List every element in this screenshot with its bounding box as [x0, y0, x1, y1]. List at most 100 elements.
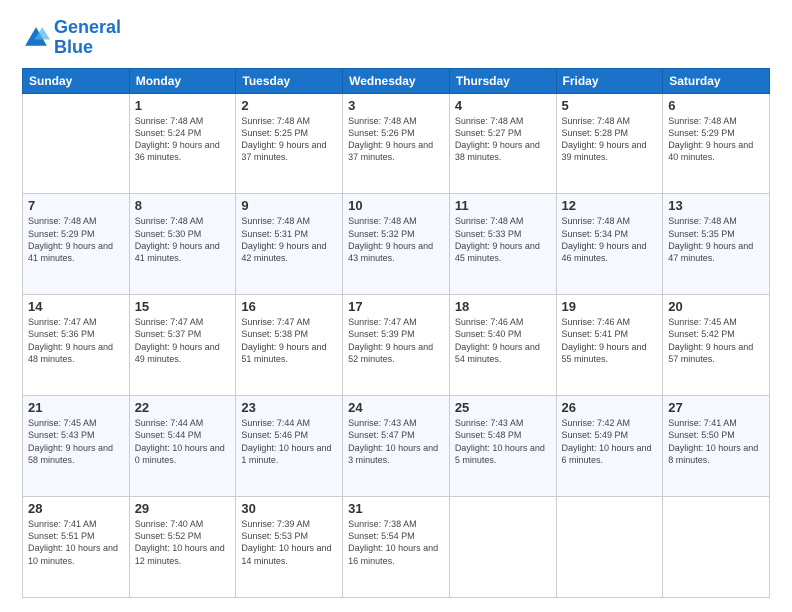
day-cell: 26 Sunrise: 7:42 AMSunset: 5:49 PMDayligh… — [556, 396, 663, 497]
day-cell: 6 Sunrise: 7:48 AMSunset: 5:29 PMDaylight… — [663, 93, 770, 194]
day-number: 26 — [562, 400, 658, 415]
day-header-tuesday: Tuesday — [236, 68, 343, 93]
day-number: 27 — [668, 400, 764, 415]
day-info: Sunrise: 7:44 AMSunset: 5:46 PMDaylight:… — [241, 417, 337, 466]
day-info: Sunrise: 7:47 AMSunset: 5:38 PMDaylight:… — [241, 316, 337, 365]
day-number: 15 — [135, 299, 231, 314]
day-number: 28 — [28, 501, 124, 516]
day-info: Sunrise: 7:48 AMSunset: 5:25 PMDaylight:… — [241, 115, 337, 164]
day-cell: 27 Sunrise: 7:41 AMSunset: 5:50 PMDayligh… — [663, 396, 770, 497]
day-cell: 21 Sunrise: 7:45 AMSunset: 5:43 PMDayligh… — [23, 396, 130, 497]
day-info: Sunrise: 7:40 AMSunset: 5:52 PMDaylight:… — [135, 518, 231, 567]
day-cell: 29 Sunrise: 7:40 AMSunset: 5:52 PMDayligh… — [129, 497, 236, 598]
day-info: Sunrise: 7:46 AMSunset: 5:41 PMDaylight:… — [562, 316, 658, 365]
week-row-5: 28 Sunrise: 7:41 AMSunset: 5:51 PMDayligh… — [23, 497, 770, 598]
day-info: Sunrise: 7:43 AMSunset: 5:48 PMDaylight:… — [455, 417, 551, 466]
calendar-table: SundayMondayTuesdayWednesdayThursdayFrid… — [22, 68, 770, 598]
day-info: Sunrise: 7:46 AMSunset: 5:40 PMDaylight:… — [455, 316, 551, 365]
day-number: 7 — [28, 198, 124, 213]
day-info: Sunrise: 7:48 AMSunset: 5:32 PMDaylight:… — [348, 215, 444, 264]
day-number: 17 — [348, 299, 444, 314]
day-cell: 8 Sunrise: 7:48 AMSunset: 5:30 PMDaylight… — [129, 194, 236, 295]
day-info: Sunrise: 7:48 AMSunset: 5:27 PMDaylight:… — [455, 115, 551, 164]
day-number: 31 — [348, 501, 444, 516]
day-info: Sunrise: 7:39 AMSunset: 5:53 PMDaylight:… — [241, 518, 337, 567]
day-cell: 24 Sunrise: 7:43 AMSunset: 5:47 PMDayligh… — [343, 396, 450, 497]
day-header-wednesday: Wednesday — [343, 68, 450, 93]
day-info: Sunrise: 7:38 AMSunset: 5:54 PMDaylight:… — [348, 518, 444, 567]
day-cell: 16 Sunrise: 7:47 AMSunset: 5:38 PMDayligh… — [236, 295, 343, 396]
day-info: Sunrise: 7:42 AMSunset: 5:49 PMDaylight:… — [562, 417, 658, 466]
day-number: 18 — [455, 299, 551, 314]
day-number: 9 — [241, 198, 337, 213]
day-info: Sunrise: 7:43 AMSunset: 5:47 PMDaylight:… — [348, 417, 444, 466]
day-cell: 18 Sunrise: 7:46 AMSunset: 5:40 PMDayligh… — [449, 295, 556, 396]
day-number: 29 — [135, 501, 231, 516]
day-number: 24 — [348, 400, 444, 415]
day-cell: 28 Sunrise: 7:41 AMSunset: 5:51 PMDayligh… — [23, 497, 130, 598]
day-info: Sunrise: 7:47 AMSunset: 5:36 PMDaylight:… — [28, 316, 124, 365]
day-cell — [556, 497, 663, 598]
day-cell: 25Sunrise: 7:43 AMSunset: 5:48 PMDayligh… — [449, 396, 556, 497]
day-number: 20 — [668, 299, 764, 314]
day-number: 2 — [241, 98, 337, 113]
week-row-2: 7 Sunrise: 7:48 AMSunset: 5:29 PMDaylight… — [23, 194, 770, 295]
day-number: 6 — [668, 98, 764, 113]
day-number: 1 — [135, 98, 231, 113]
day-cell: 2 Sunrise: 7:48 AMSunset: 5:25 PMDaylight… — [236, 93, 343, 194]
day-header-friday: Friday — [556, 68, 663, 93]
week-row-1: 1 Sunrise: 7:48 AMSunset: 5:24 PMDaylight… — [23, 93, 770, 194]
day-cell: 15 Sunrise: 7:47 AMSunset: 5:37 PMDayligh… — [129, 295, 236, 396]
day-info: Sunrise: 7:48 AMSunset: 5:34 PMDaylight:… — [562, 215, 658, 264]
day-header-saturday: Saturday — [663, 68, 770, 93]
logo: General Blue — [22, 18, 121, 58]
day-info: Sunrise: 7:48 AMSunset: 5:26 PMDaylight:… — [348, 115, 444, 164]
day-number: 21 — [28, 400, 124, 415]
day-number: 19 — [562, 299, 658, 314]
day-info: Sunrise: 7:48 AMSunset: 5:35 PMDaylight:… — [668, 215, 764, 264]
day-cell: 11Sunrise: 7:48 AMSunset: 5:33 PMDayligh… — [449, 194, 556, 295]
day-cell: 23 Sunrise: 7:44 AMSunset: 5:46 PMDayligh… — [236, 396, 343, 497]
day-number: 23 — [241, 400, 337, 415]
day-cell: 4 Sunrise: 7:48 AMSunset: 5:27 PMDaylight… — [449, 93, 556, 194]
logo-icon — [22, 24, 50, 52]
day-info: Sunrise: 7:48 AMSunset: 5:24 PMDaylight:… — [135, 115, 231, 164]
day-number: 16 — [241, 299, 337, 314]
day-number: 14 — [28, 299, 124, 314]
day-info: Sunrise: 7:48 AMSunset: 5:30 PMDaylight:… — [135, 215, 231, 264]
day-cell — [449, 497, 556, 598]
day-number: 22 — [135, 400, 231, 415]
day-cell — [23, 93, 130, 194]
day-number: 13 — [668, 198, 764, 213]
day-cell: 7 Sunrise: 7:48 AMSunset: 5:29 PMDaylight… — [23, 194, 130, 295]
day-header-sunday: Sunday — [23, 68, 130, 93]
day-cell — [663, 497, 770, 598]
day-info: Sunrise: 7:48 AMSunset: 5:28 PMDaylight:… — [562, 115, 658, 164]
day-cell: 31 Sunrise: 7:38 AMSunset: 5:54 PMDayligh… — [343, 497, 450, 598]
day-number: 10 — [348, 198, 444, 213]
day-cell: 19 Sunrise: 7:46 AMSunset: 5:41 PMDayligh… — [556, 295, 663, 396]
day-info: Sunrise: 7:48 AMSunset: 5:29 PMDaylight:… — [668, 115, 764, 164]
day-header-thursday: Thursday — [449, 68, 556, 93]
page: General Blue SundayMondayTuesdayWednesda… — [0, 0, 792, 612]
day-cell: 22Sunrise: 7:44 AMSunset: 5:44 PMDayligh… — [129, 396, 236, 497]
day-info: Sunrise: 7:41 AMSunset: 5:51 PMDaylight:… — [28, 518, 124, 567]
week-row-4: 21 Sunrise: 7:45 AMSunset: 5:43 PMDayligh… — [23, 396, 770, 497]
day-number: 12 — [562, 198, 658, 213]
day-info: Sunrise: 7:45 AMSunset: 5:43 PMDaylight:… — [28, 417, 124, 466]
day-cell: 20Sunrise: 7:45 AMSunset: 5:42 PMDayligh… — [663, 295, 770, 396]
day-cell: 30Sunrise: 7:39 AMSunset: 5:53 PMDayligh… — [236, 497, 343, 598]
day-cell: 3 Sunrise: 7:48 AMSunset: 5:26 PMDaylight… — [343, 93, 450, 194]
day-info: Sunrise: 7:41 AMSunset: 5:50 PMDaylight:… — [668, 417, 764, 466]
day-info: Sunrise: 7:48 AMSunset: 5:29 PMDaylight:… — [28, 215, 124, 264]
day-number: 4 — [455, 98, 551, 113]
day-cell: 13 Sunrise: 7:48 AMSunset: 5:35 PMDayligh… — [663, 194, 770, 295]
day-cell: 5Sunrise: 7:48 AMSunset: 5:28 PMDaylight… — [556, 93, 663, 194]
header: General Blue — [22, 18, 770, 58]
day-number: 8 — [135, 198, 231, 213]
day-cell: 10 Sunrise: 7:48 AMSunset: 5:32 PMDayligh… — [343, 194, 450, 295]
day-cell: 9Sunrise: 7:48 AMSunset: 5:31 PMDaylight… — [236, 194, 343, 295]
day-number: 3 — [348, 98, 444, 113]
day-info: Sunrise: 7:47 AMSunset: 5:37 PMDaylight:… — [135, 316, 231, 365]
week-row-3: 14 Sunrise: 7:47 AMSunset: 5:36 PMDayligh… — [23, 295, 770, 396]
